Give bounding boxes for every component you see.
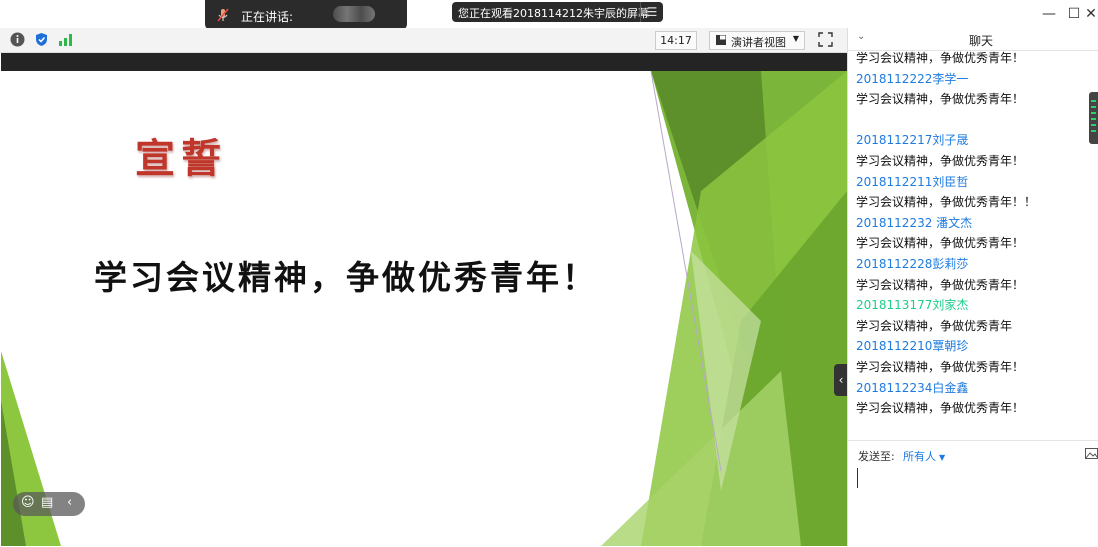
title-bar: 正在讲话: 您正在观看2018114212朱宇辰的屏幕 ☰ — ☐ ✕ bbox=[0, 0, 1098, 30]
menu-icon[interactable]: ☰ bbox=[640, 2, 663, 22]
chevron-down-icon[interactable]: ⌄ bbox=[857, 31, 865, 42]
slide-top-bar bbox=[1, 53, 847, 71]
slide-controls[interactable]: ☺ ▤ ‹ bbox=[13, 492, 85, 516]
speaking-label: 正在讲话: bbox=[241, 10, 294, 24]
chat-sender[interactable]: 2018112222李学一 bbox=[856, 69, 1092, 90]
chat-message-text: 学习会议精神，争做优秀青年！ bbox=[856, 277, 1025, 292]
chat-sender[interactable]: 2018113177刘家杰 bbox=[856, 295, 1092, 316]
chat-text-input[interactable] bbox=[857, 468, 858, 488]
chat-sender[interactable]: 2018112211刘臣哲 bbox=[856, 172, 1092, 193]
collapse-panel-button[interactable]: ‹ bbox=[834, 364, 847, 396]
chat-sender[interactable]: 2018112228彭莉莎 bbox=[856, 254, 1092, 275]
chat-sender[interactable]: 2018112217刘子晟 bbox=[856, 130, 1092, 151]
emoji-icon[interactable]: ☺ bbox=[21, 495, 35, 510]
chat-message-text: 学习会议精神，争做优秀青年！ bbox=[856, 401, 1025, 416]
recipient-value: 所有人 bbox=[903, 450, 936, 463]
chat-message-text: 学习会议精神，争做优秀青年！ bbox=[856, 92, 1025, 107]
signal-strength-icon[interactable] bbox=[58, 32, 73, 47]
chat-message-list: 学习会议精神，争做优秀青年！ 2018112222李学一 学习会议精神，争做优秀青年… bbox=[856, 48, 1092, 419]
scrollbar-handle[interactable] bbox=[1089, 92, 1098, 144]
image-icon[interactable] bbox=[1085, 448, 1098, 459]
send-to-label: 发送至: bbox=[858, 450, 895, 463]
oath-title: 宣誓 bbox=[135, 135, 227, 182]
slide-headline: 学习会议精神，争做优秀青年！ bbox=[94, 258, 598, 297]
chat-message-text: 学习会议精神，争做优秀青年！ bbox=[856, 153, 1025, 168]
chat-sender[interactable]: 2018112232 潘文杰 bbox=[856, 213, 1092, 234]
chat-title: 聊天 bbox=[969, 34, 994, 48]
chat-spacer bbox=[856, 110, 1092, 131]
chevron-left-icon[interactable]: ‹ bbox=[67, 495, 72, 510]
layout-icon bbox=[716, 35, 726, 45]
meeting-timer: 14:17 bbox=[655, 31, 697, 50]
chat-sender[interactable]: 2018112210覃朝珍 bbox=[856, 336, 1092, 357]
view-mode-label: 演讲者视图 bbox=[731, 36, 786, 49]
viewing-banner: 您正在观看2018114212朱宇辰的屏幕 ☰ bbox=[452, 2, 663, 22]
info-icon[interactable] bbox=[10, 32, 25, 47]
chat-input-area: 发送至: 所有人 ▼ bbox=[848, 440, 1098, 547]
comment-icon[interactable]: ▤ bbox=[41, 495, 53, 510]
microphone-muted-icon bbox=[217, 8, 229, 22]
chat-message-text: 学习会议精神，争做优秀青年！ bbox=[856, 236, 1025, 251]
speaking-indicator: 正在讲话: bbox=[205, 0, 407, 30]
chat-message-text: 学习会议精神，争做优秀青年 bbox=[856, 318, 1013, 333]
chevron-down-icon: ▼ bbox=[792, 34, 799, 43]
chat-message-text: 学习会议精神，争做优秀青年！ bbox=[856, 359, 1025, 374]
fullscreen-icon[interactable] bbox=[818, 32, 833, 47]
view-mode-button[interactable]: 演讲者视图 ▼ bbox=[709, 31, 805, 50]
chevron-down-icon: ▼ bbox=[939, 453, 946, 462]
minimize-button[interactable]: — bbox=[1038, 4, 1060, 24]
shield-icon[interactable] bbox=[34, 32, 49, 47]
shared-screen-slide: 宣誓 学习会议精神，争做优秀青年！ ☺ ▤ ‹ ‹ bbox=[1, 71, 847, 546]
chat-message-text: 学习会议精神，争做优秀青年！ bbox=[856, 51, 1025, 65]
slide-background bbox=[1, 71, 847, 546]
recipient-dropdown[interactable]: 所有人 ▼ bbox=[903, 448, 945, 464]
chat-panel: ⌄ 聊天 学习会议精神，争做优秀青年！ 2018112222李学一 学习会议精神，争… bbox=[848, 28, 1098, 546]
meeting-toolbar: 14:17 演讲者视图 ▼ bbox=[0, 28, 847, 53]
viewing-label: 您正在观看2018114212朱宇辰的屏幕 bbox=[458, 7, 649, 20]
chat-sender[interactable]: 2018112234白金鑫 bbox=[856, 378, 1092, 399]
close-button[interactable]: ✕ bbox=[1080, 4, 1098, 24]
chat-message-text: 学习会议精神，争做优秀青年！！ bbox=[856, 195, 1037, 210]
speaker-name-blurred bbox=[333, 6, 375, 22]
